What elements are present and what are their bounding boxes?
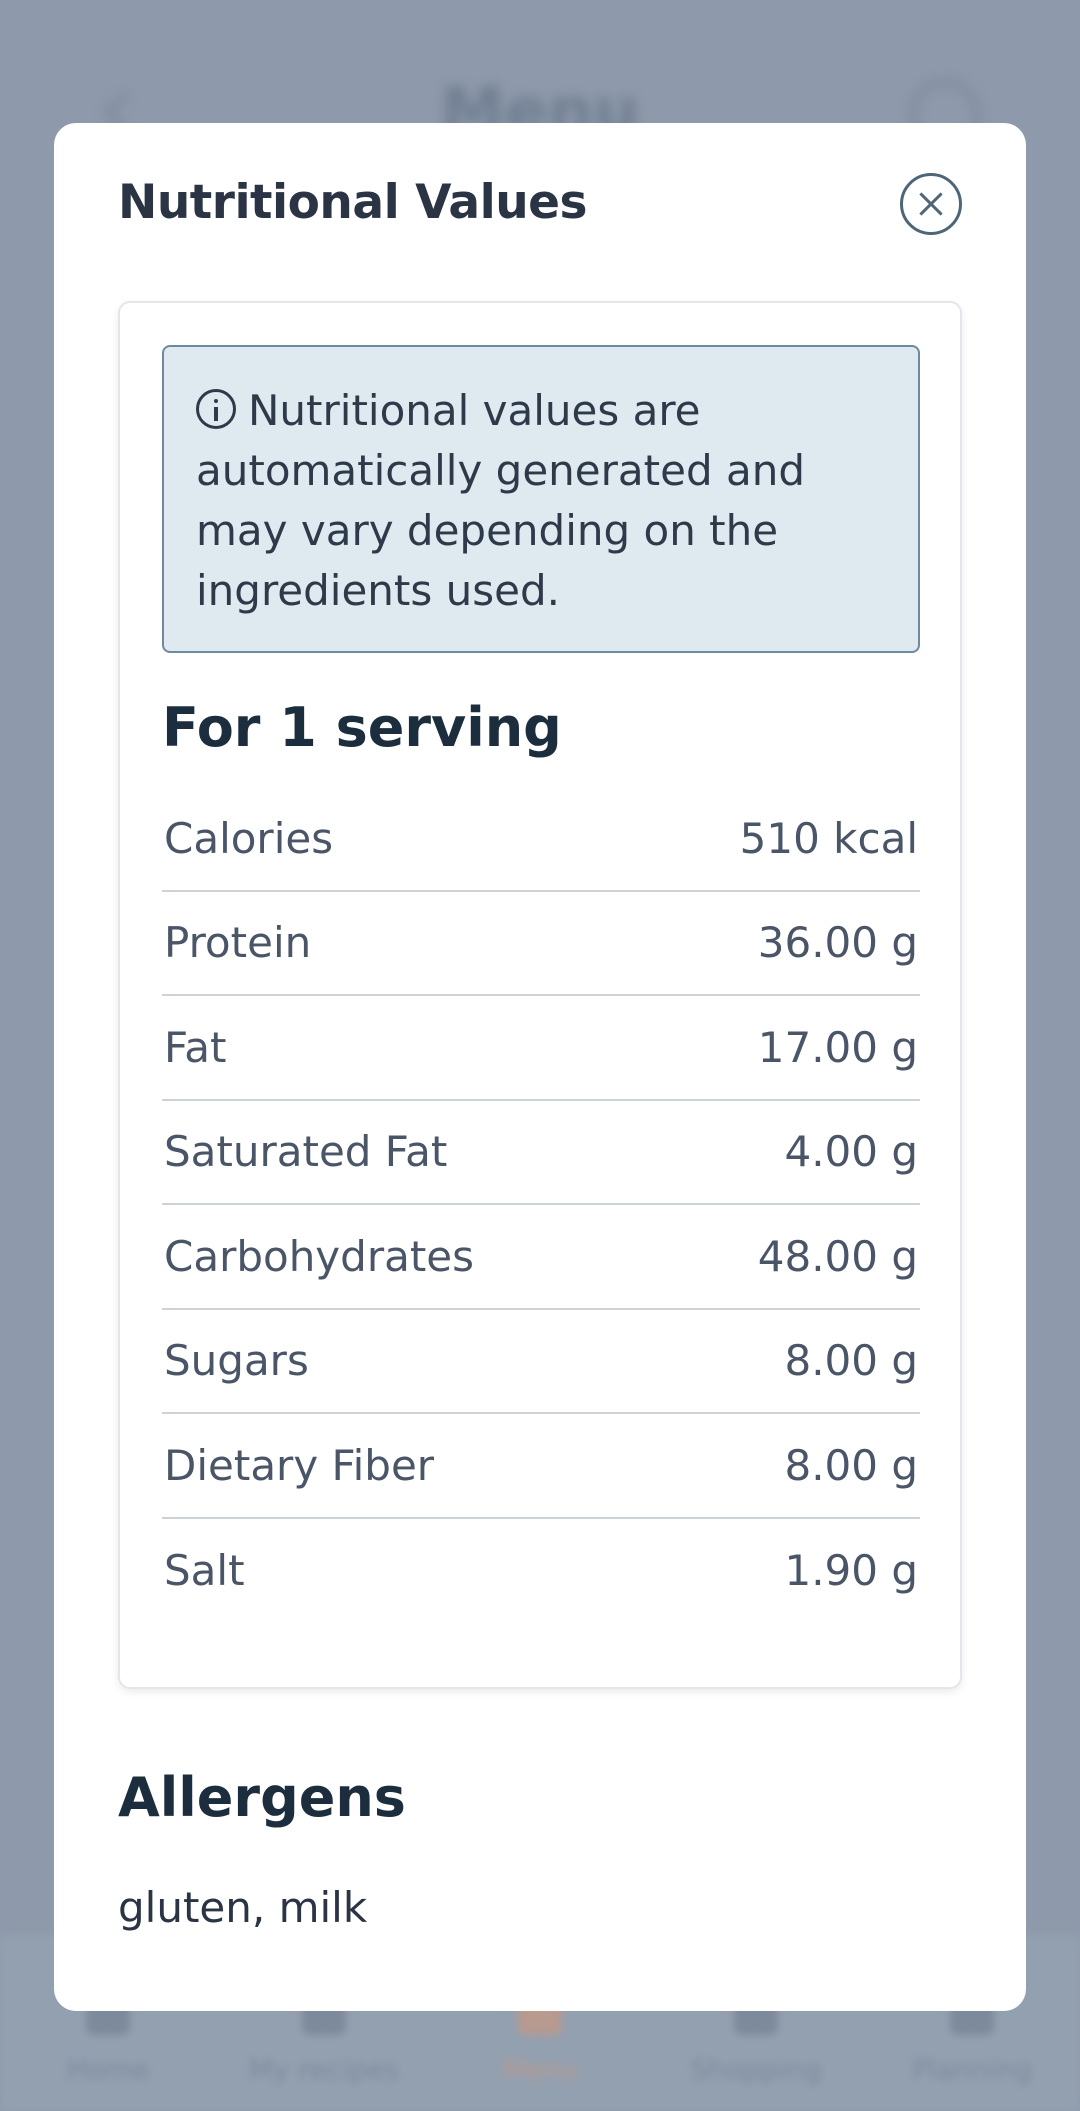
nutrient-value: 17.00 g xyxy=(757,1022,918,1072)
info-notice: Nutritional values are automatically gen… xyxy=(162,345,920,653)
nutrient-name: Fat xyxy=(164,1022,227,1072)
nutrient-value: 8.00 g xyxy=(784,1440,918,1490)
table-row: Fat 17.00 g xyxy=(162,996,920,1101)
table-row: Carbohydrates 48.00 g xyxy=(162,1205,920,1310)
close-button[interactable] xyxy=(900,173,962,235)
nav-label: Planning xyxy=(911,2053,1033,2086)
nutrient-name: Protein xyxy=(164,918,312,968)
nutrient-value: 1.90 g xyxy=(784,1546,918,1596)
nutrition-modal: Nutritional Values Nutritional values ar… xyxy=(54,123,1026,2011)
allergens-text: gluten, milk xyxy=(118,1883,368,1932)
table-row: Protein 36.00 g xyxy=(162,892,920,996)
nutrient-name: Sugars xyxy=(164,1336,309,1386)
nutrient-name: Dietary Fiber xyxy=(164,1440,435,1490)
nutrient-value: 4.00 g xyxy=(784,1127,918,1177)
nav-label: Shopping xyxy=(690,2053,822,2086)
modal-header: Nutritional Values xyxy=(118,163,962,243)
table-row: Sugars 8.00 g xyxy=(162,1310,920,1414)
nutrient-value: 36.00 g xyxy=(757,918,918,968)
nutrient-value: 510 kcal xyxy=(739,813,918,863)
table-row: Salt 1.90 g xyxy=(162,1519,920,1624)
nutrient-name: Salt xyxy=(164,1546,245,1596)
nutrient-name: Saturated Fat xyxy=(164,1127,448,1177)
allergens-title: Allergens xyxy=(118,1766,406,1829)
serving-title: For 1 serving xyxy=(162,696,562,759)
modal-title: Nutritional Values xyxy=(118,175,588,230)
table-row: Saturated Fat 4.00 g xyxy=(162,1101,920,1205)
info-icon xyxy=(196,389,236,429)
nutrition-table: Calories 510 kcal Protein 36.00 g Fat 17… xyxy=(162,787,920,1623)
nutrient-name: Carbohydrates xyxy=(164,1231,475,1281)
table-row: Dietary Fiber 8.00 g xyxy=(162,1414,920,1519)
nav-label: Menu xyxy=(501,2053,579,2086)
info-text: Nutritional values are automatically gen… xyxy=(196,386,805,615)
nutrient-value: 8.00 g xyxy=(784,1336,918,1386)
nav-label: My recipes xyxy=(248,2053,400,2086)
nutrient-value: 48.00 g xyxy=(757,1231,918,1281)
table-row: Calories 510 kcal xyxy=(162,787,920,892)
nav-label: Home xyxy=(66,2053,150,2086)
nutrition-card: Nutritional values are automatically gen… xyxy=(118,301,962,1689)
nutrient-name: Calories xyxy=(164,813,334,863)
